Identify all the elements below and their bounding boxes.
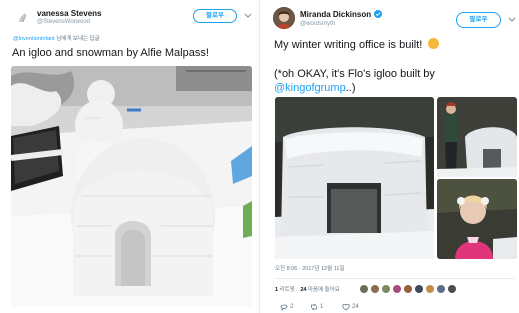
liker-avatar[interactable] <box>415 285 423 293</box>
tweet-card-right: Miranda Dickinson @wordsmyth 팔로우 My wint… <box>262 0 519 313</box>
verified-badge-icon <box>374 10 383 18</box>
tweet-text-line-2: (*oh OKAY, it's Flo's igloo built by <box>274 68 435 80</box>
girl-image <box>437 179 517 259</box>
engagement-stats: 1 리트윗 24 마음에 들어요 <box>275 285 340 293</box>
liker-avatar[interactable] <box>382 285 390 293</box>
retweets-count[interactable]: 1 <box>275 287 278 293</box>
chevron-down-icon[interactable] <box>507 16 517 24</box>
tweet-text-line-1: My winter writing office is built! <box>274 38 440 52</box>
author-name-text[interactable]: Miranda Dickinson <box>300 10 371 19</box>
retweet-count: 1 <box>320 304 324 310</box>
author-name[interactable]: Miranda Dickinson <box>300 10 383 19</box>
follow-button[interactable]: 팔로우 <box>456 12 501 28</box>
liker-avatar[interactable] <box>448 285 456 293</box>
avatar-image <box>273 7 295 29</box>
tweet-card-left: vanessa Stevens @StevensWorwood 팔로우 @Inv… <box>0 0 260 313</box>
liker-avatar[interactable] <box>393 285 401 293</box>
follow-button[interactable]: 팔로우 <box>193 9 237 23</box>
like-action[interactable]: 24 <box>342 303 359 311</box>
author-handle[interactable]: @StevensWorwood <box>37 19 90 25</box>
retweet-icon <box>311 303 317 311</box>
tweet-text: My winter writing office is built! <box>274 39 423 51</box>
retweet-action[interactable]: 1 <box>310 303 323 311</box>
tweet-photo-girl[interactable] <box>437 179 517 259</box>
tweet-photo-igloo[interactable] <box>275 97 434 259</box>
chevron-down-icon[interactable] <box>243 12 253 20</box>
likes-count[interactable]: 24 <box>300 287 306 293</box>
smiling-emoji-icon <box>428 38 440 49</box>
retweets-label[interactable]: 리트윗 <box>280 287 295 293</box>
divider <box>275 278 515 279</box>
igloo-photo-image <box>275 97 434 259</box>
reply-icon <box>280 304 288 311</box>
tweet-photo-man-igloo[interactable] <box>437 97 517 177</box>
like-count: 24 <box>352 304 359 310</box>
reply-handle-link[interactable]: @InventionInfant <box>13 36 55 42</box>
liker-avatar[interactable] <box>404 285 412 293</box>
likes-label[interactable]: 마음에 들어요 <box>308 287 340 293</box>
liker-avatar[interactable] <box>426 285 434 293</box>
liker-avatar[interactable] <box>371 285 379 293</box>
avatar[interactable] <box>273 7 295 29</box>
liker-avatar[interactable] <box>437 285 445 293</box>
liker-avatar[interactable] <box>360 285 368 293</box>
reply-context: @InventionInfant 님에게 보내는 답글 <box>13 34 100 42</box>
tweet-timestamp[interactable]: 오전 8:06 - 2017년 12월 11일 <box>275 264 345 272</box>
igloo-snowman-image <box>11 66 252 307</box>
man-igloo-image <box>437 97 517 177</box>
tweet-text-suffix: ..) <box>345 82 356 94</box>
tweet-text-line-3: @kingofgrump..) <box>274 81 355 95</box>
heart-icon <box>342 303 350 311</box>
reply-count: 2 <box>290 304 294 310</box>
author-name[interactable]: vanessa Stevens <box>37 9 102 18</box>
mention-link[interactable]: @kingofgrump <box>274 82 346 94</box>
author-handle[interactable]: @wordsmyth <box>300 21 335 27</box>
tweet-text: An igloo and snowman by Alfie Malpass! <box>12 47 209 59</box>
avatar[interactable] <box>14 9 32 27</box>
avatar-image <box>19 13 27 23</box>
reply-action[interactable]: 2 <box>280 303 293 311</box>
reply-suffix: 님에게 보내는 답글 <box>54 36 100 42</box>
tweet-photo-igloo-snowman[interactable] <box>11 66 252 307</box>
